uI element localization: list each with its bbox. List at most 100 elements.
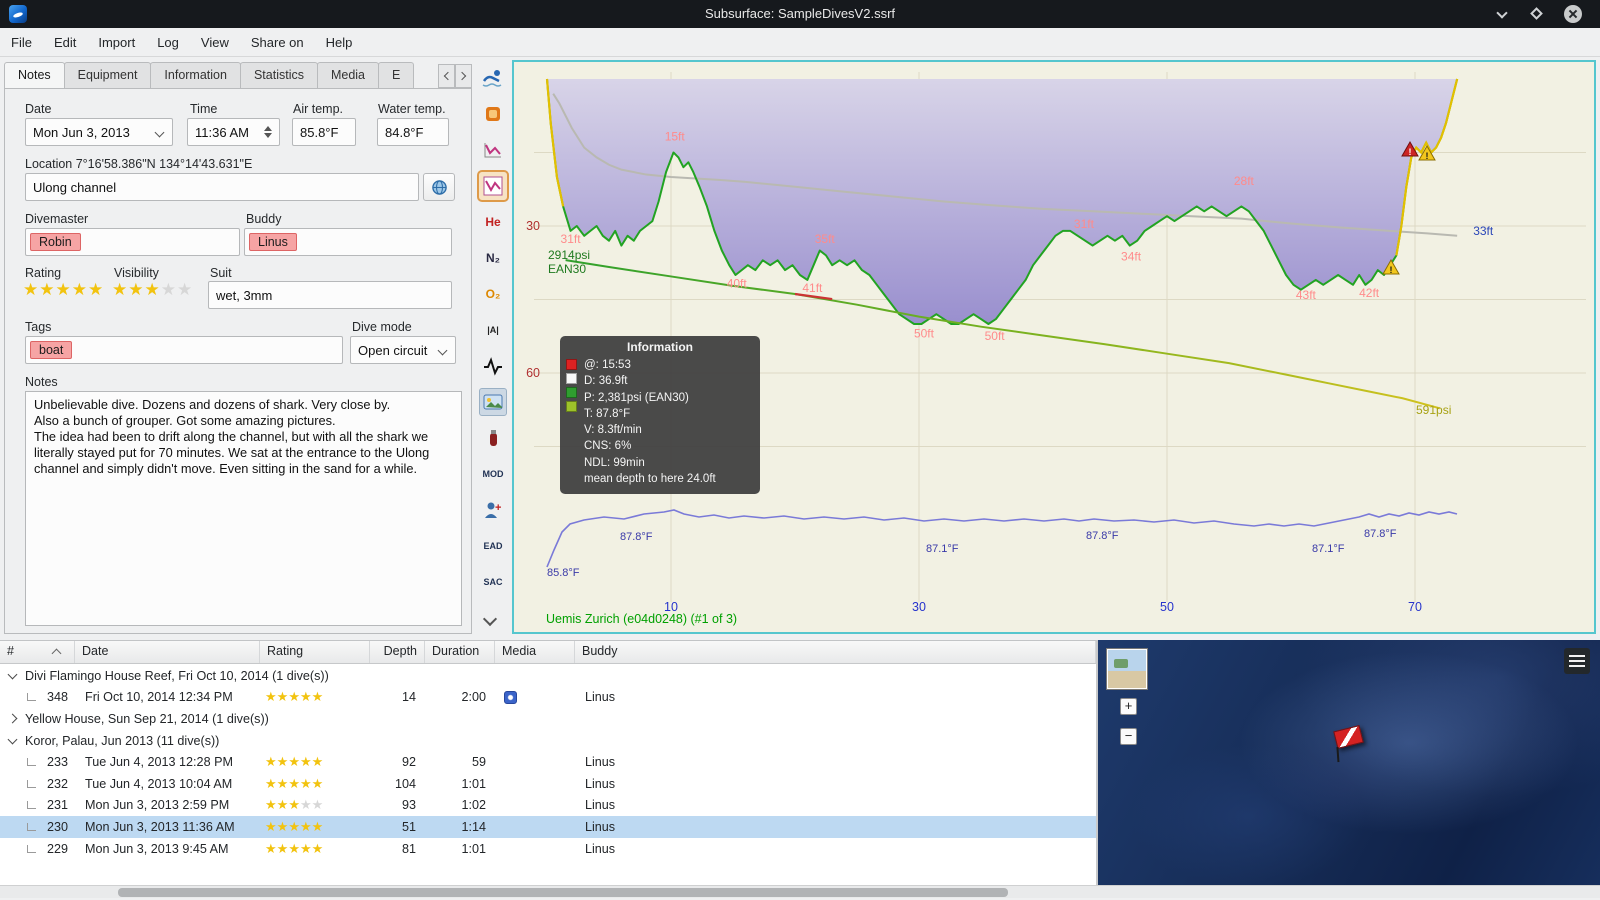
dive-mode-combobox[interactable]: Open circuit — [350, 336, 456, 364]
column-header-date[interactable]: Date — [75, 641, 260, 663]
helium-graph-icon[interactable]: He — [479, 208, 507, 236]
collapse-icon[interactable] — [7, 669, 18, 680]
map-menu-button[interactable] — [1564, 648, 1590, 674]
tab-e[interactable]: E — [378, 62, 415, 89]
dive-number: 233 — [0, 755, 75, 769]
expand-icon[interactable] — [7, 714, 18, 724]
scrollbar-thumb[interactable] — [118, 888, 1008, 897]
star-icon: ★ — [128, 280, 145, 299]
location-field[interactable] — [25, 173, 419, 201]
svg-text:!: ! — [1390, 265, 1393, 275]
profile-frame-icon[interactable] — [477, 170, 509, 202]
overview-minimap[interactable] — [1106, 648, 1148, 690]
dive-profile-pane[interactable]: 10 30 50 70 30 60 31ft 15ft 40ft 41ft 35ft 50ft 50ft… — [512, 60, 1596, 634]
tab-scroll-right-button[interactable] — [455, 64, 472, 88]
dive-character-icon[interactable] — [479, 64, 507, 92]
dive-buddy: Linus — [585, 755, 616, 770]
trip-row[interactable]: Yellow House, Sun Sep 21, 2014 (1 dive(s… — [0, 708, 1096, 730]
air-temp-field[interactable] — [292, 118, 356, 146]
trip-row[interactable]: Divi Flamingo House Reef, Fri Oct 10, 20… — [0, 665, 1096, 687]
menu-help[interactable]: Help — [315, 28, 364, 56]
tab-statistics[interactable]: Statistics — [239, 62, 318, 89]
chevron-left-icon — [443, 71, 453, 81]
dive-row-231[interactable]: 231 Mon Jun 3, 2013 2:59 PM ★★★★★ 93 1:02 Lin… — [0, 795, 1096, 817]
zoom-in-button[interactable]: + — [1120, 698, 1137, 715]
info-box-rows: @: 15:53 D: 36.9ft P: 2,381psi (EAN30) T: 8… — [584, 357, 754, 487]
divemaster-field[interactable]: Robin — [25, 228, 240, 256]
toolbar-more-chevron-icon[interactable] — [482, 611, 498, 627]
dive-row-348[interactable]: 348 Fri Oct 10, 2014 12:34 PM ★★★★★ 14 2:00 L… — [0, 687, 1096, 709]
divemaster-chip[interactable]: Robin — [30, 233, 81, 251]
column-header-media[interactable]: Media — [495, 641, 575, 663]
column-header-buddy[interactable]: Buddy — [575, 641, 1096, 663]
column-header-rating[interactable]: Rating — [260, 641, 370, 663]
legend-swatch — [566, 401, 577, 412]
sac-icon[interactable]: SAC — [479, 568, 507, 596]
tag-chip[interactable]: boat — [30, 341, 73, 359]
date-value: Mon Jun 3, 2013 — [33, 124, 130, 140]
tab-equipment[interactable]: Equipment — [63, 62, 152, 89]
column-header-duration[interactable]: Duration — [425, 641, 495, 663]
rating-stars[interactable]: ★★★★★ — [23, 280, 104, 300]
tab-notes[interactable]: Notes — [4, 62, 65, 89]
collapse-icon[interactable] — [7, 734, 18, 745]
dive-number: 348 — [0, 690, 75, 704]
dive-row-233[interactable]: 233 Tue Jun 4, 2013 12:28 PM ★★★★★ 92 59 Linu… — [0, 751, 1096, 773]
tags-field[interactable]: boat — [25, 336, 343, 364]
visibility-stars[interactable]: ★★★★★ — [112, 280, 193, 300]
date-combobox[interactable]: Mon Jun 3, 2013 — [25, 118, 173, 146]
minimize-button[interactable] — [1494, 5, 1512, 23]
time-spinner[interactable]: 11:36 AM — [187, 118, 280, 146]
nitrogen-graph-icon[interactable]: N₂ — [479, 244, 507, 272]
location-globe-button[interactable] — [423, 173, 455, 201]
menu-log[interactable]: Log — [146, 28, 190, 56]
dive-rating-stars: ★★★★★ — [260, 819, 370, 835]
dive-site-flag-marker[interactable] — [1333, 725, 1364, 749]
menu-view[interactable]: View — [190, 28, 240, 56]
hand-icon[interactable] — [479, 100, 507, 128]
dc-person-icon[interactable]: + — [479, 496, 507, 524]
maximize-button[interactable] — [1528, 5, 1546, 23]
oxygen-graph-icon[interactable]: O₂ — [479, 280, 507, 308]
dive-list-body: Divi Flamingo House Reef, Fri Oct 10, 20… — [0, 665, 1096, 859]
menu-edit[interactable]: Edit — [43, 28, 87, 56]
trip-row[interactable]: Koror, Palau, Jun 2013 (11 dive(s)) — [0, 730, 1096, 752]
time-value: 11:36 AM — [195, 124, 249, 140]
photos-toggle-icon[interactable] — [479, 388, 507, 416]
dive-date: Mon Jun 3, 2013 2:59 PM — [85, 798, 230, 813]
star-icon: ★ — [311, 689, 324, 705]
dive-row-232[interactable]: 232 Tue Jun 4, 2013 10:04 AM ★★★★★ 104 1:01 L… — [0, 773, 1096, 795]
horizontal-scrollbar[interactable] — [0, 885, 1600, 898]
tank-bar-icon[interactable] — [479, 424, 507, 452]
buddy-chip[interactable]: Linus — [249, 233, 297, 251]
suit-field[interactable] — [208, 281, 452, 309]
zoom-out-button[interactable]: − — [1120, 728, 1137, 745]
mod-icon[interactable]: MOD — [479, 460, 507, 488]
notes-textarea[interactable]: Unbelievable dive. Dozens and dozens of … — [25, 391, 462, 626]
notes-label: Notes — [25, 375, 58, 389]
ead-icon[interactable]: EAD — [479, 532, 507, 560]
buddy-field[interactable]: Linus — [244, 228, 452, 256]
close-button[interactable] — [1564, 5, 1582, 23]
dive-rating-stars: ★★★★★ — [260, 797, 370, 813]
column-header-num[interactable]: # — [0, 641, 75, 663]
column-header-depth[interactable]: Depth — [370, 641, 425, 663]
map-pane[interactable]: + − — [1098, 640, 1600, 885]
dive-row-230[interactable]: 230 Mon Jun 3, 2013 11:36 AM ★★★★★ 51 1:14 Li… — [0, 816, 1096, 838]
dive-row-229[interactable]: 229 Mon Jun 3, 2013 9:45 AM ★★★★★ 81 1:01 Lin… — [0, 838, 1096, 860]
tab-scroll-left-button[interactable] — [438, 64, 455, 88]
tab-media[interactable]: Media — [316, 62, 380, 89]
tab-information[interactable]: Information — [150, 62, 241, 89]
svg-text:50: 50 — [1160, 600, 1174, 614]
water-temp-field[interactable] — [377, 118, 449, 146]
menu-share-on[interactable]: Share on — [240, 28, 315, 56]
menu-import[interactable]: Import — [87, 28, 146, 56]
media-icon[interactable] — [504, 691, 517, 705]
star-icon: ★ — [39, 280, 56, 299]
profile-scale-icon[interactable] — [479, 136, 507, 164]
dive-number: 232 — [0, 777, 75, 791]
ceiling-icon[interactable]: |A| — [479, 316, 507, 344]
menu-file[interactable]: File — [0, 28, 43, 56]
heartrate-icon[interactable] — [479, 352, 507, 380]
star-icon: ★ — [299, 797, 312, 813]
